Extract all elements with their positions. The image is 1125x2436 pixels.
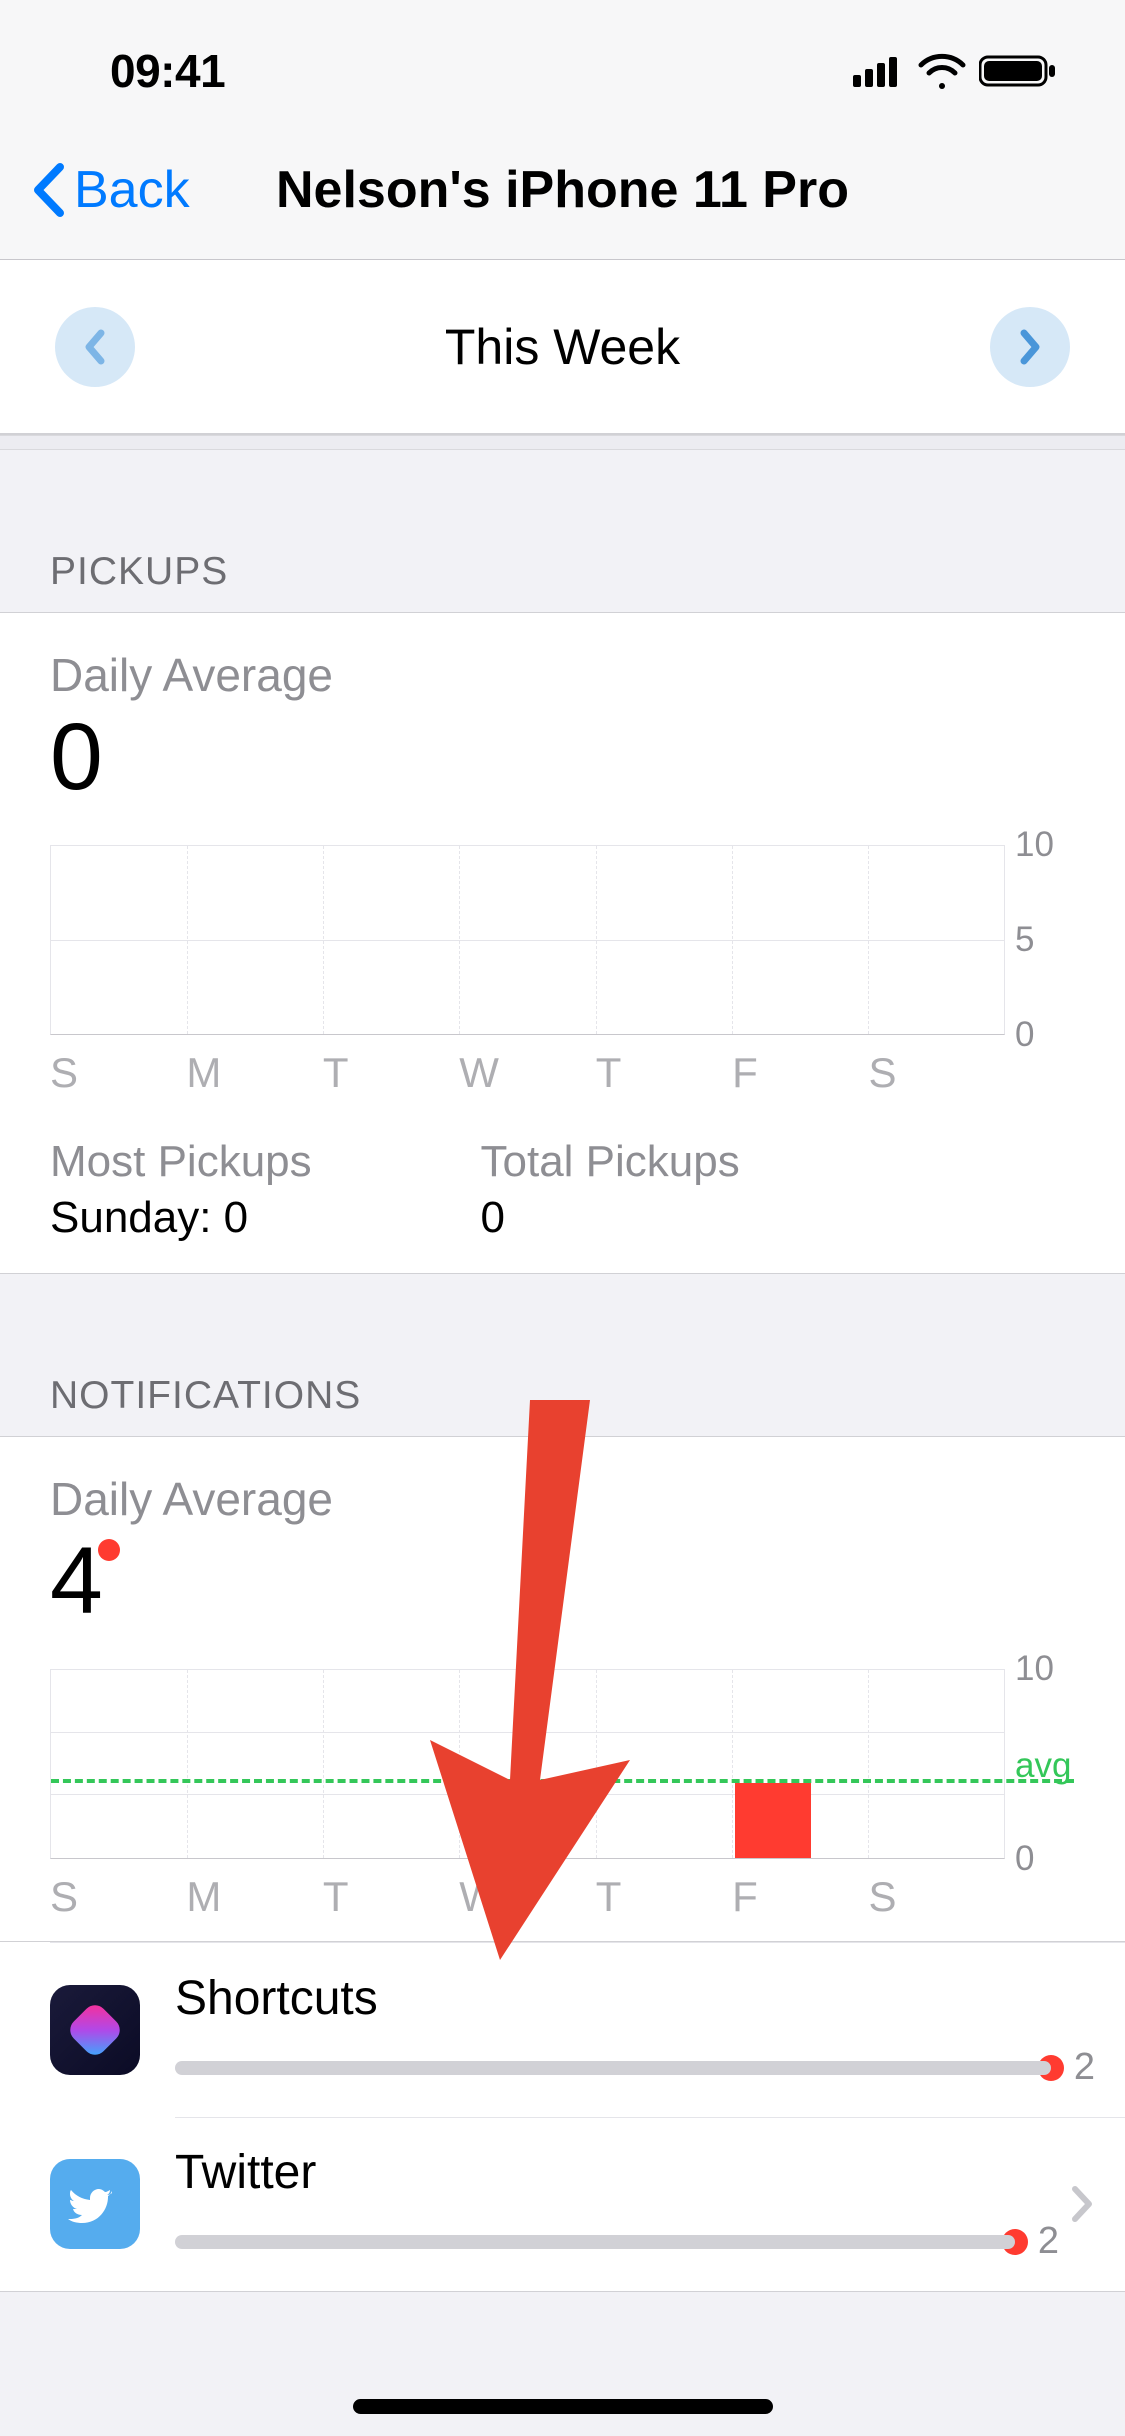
chevron-left-icon: [81, 327, 109, 367]
most-pickups-label: Most Pickups: [50, 1137, 481, 1187]
notifications-daily-avg-label: Daily Average: [50, 1472, 1075, 1526]
x-tick: W: [459, 1049, 595, 1097]
change-dot-icon: [98, 1539, 120, 1561]
app-count: 2: [1038, 2220, 1059, 2263]
app-name: Shortcuts: [175, 1971, 1095, 2026]
nav-bar: Back Nelson's iPhone 11 Pro: [0, 120, 1125, 260]
chevron-left-icon: [30, 161, 68, 219]
avg-line: [51, 1779, 1074, 1783]
shortcuts-app-icon: [50, 1985, 140, 2075]
pickups-chart: 10 5 0: [50, 845, 1075, 1035]
app-bar: [175, 2061, 1051, 2075]
x-tick: M: [186, 1873, 322, 1921]
notifications-chart: 10 avg 0: [50, 1669, 1075, 1859]
x-tick: F: [732, 1049, 868, 1097]
notifications-x-axis: S M T W T F S: [50, 1859, 1075, 1921]
pickups-x-axis: S M T W T F S: [50, 1035, 1075, 1097]
x-tick: S: [50, 1873, 186, 1921]
x-tick: S: [869, 1049, 1005, 1097]
pickups-stats: Most Pickups Sunday: 0 Total Pickups 0: [50, 1137, 1075, 1243]
week-prev-button[interactable]: [55, 307, 135, 387]
x-tick: F: [732, 1873, 868, 1921]
x-tick: T: [323, 1049, 459, 1097]
pickups-daily-avg-label: Daily Average: [50, 648, 1075, 702]
x-tick: T: [596, 1873, 732, 1921]
section-divider: [0, 435, 1125, 450]
week-next-button[interactable]: [990, 307, 1070, 387]
chevron-right-icon: [1016, 327, 1044, 367]
week-selector: This Week: [0, 260, 1125, 435]
x-tick: T: [323, 1873, 459, 1921]
x-tick: W: [459, 1873, 595, 1921]
home-indicator[interactable]: [353, 2399, 773, 2414]
app-count: 2: [1074, 2046, 1095, 2089]
x-tick: M: [186, 1049, 322, 1097]
notifications-bar-friday: [735, 1783, 811, 1858]
app-bar: [175, 2235, 1015, 2249]
wifi-icon: [917, 53, 967, 89]
battery-icon: [979, 53, 1057, 89]
cellular-icon: [853, 55, 905, 87]
x-tick: S: [50, 1049, 186, 1097]
status-time: 09:41: [50, 44, 225, 98]
app-name: Twitter: [175, 2145, 1059, 2200]
x-tick: T: [596, 1049, 732, 1097]
app-row-shortcuts[interactable]: Shortcuts 2: [0, 1943, 1125, 2117]
week-label: This Week: [445, 318, 680, 376]
y-tick: 10: [1015, 825, 1054, 865]
back-button[interactable]: Back: [30, 160, 190, 220]
y-tick: 0: [1015, 1839, 1034, 1879]
status-bar: 09:41: [0, 0, 1125, 120]
status-icons: [853, 53, 1075, 89]
y-tick: 5: [1015, 920, 1034, 960]
notifications-card: Daily Average 4 10 avg 0 S M T W T F S: [0, 1436, 1125, 1942]
pickups-card: Daily Average 0 10 5 0 S M T W T F S Mos…: [0, 612, 1125, 1274]
twitter-app-icon: [50, 2159, 140, 2249]
back-label: Back: [74, 160, 190, 220]
pickups-daily-avg-value: 0: [50, 710, 1075, 805]
total-pickups-label: Total Pickups: [481, 1137, 1076, 1187]
section-header-notifications: NOTIFICATIONS: [0, 1274, 1125, 1436]
y-tick: 10: [1015, 1649, 1054, 1689]
section-header-pickups: PICKUPS: [0, 450, 1125, 612]
x-tick: S: [869, 1873, 1005, 1921]
most-pickups-value: Sunday: 0: [50, 1193, 481, 1243]
notifications-daily-avg-value: 4: [50, 1534, 1075, 1629]
avg-label: avg: [1015, 1746, 1071, 1786]
y-tick: 0: [1015, 1015, 1034, 1055]
notifications-app-list: Shortcuts 2 Twitter 2: [0, 1942, 1125, 2292]
chevron-right-icon: [1069, 2183, 1095, 2225]
app-row-twitter[interactable]: Twitter 2: [0, 2117, 1125, 2291]
total-pickups-value: 0: [481, 1193, 1076, 1243]
